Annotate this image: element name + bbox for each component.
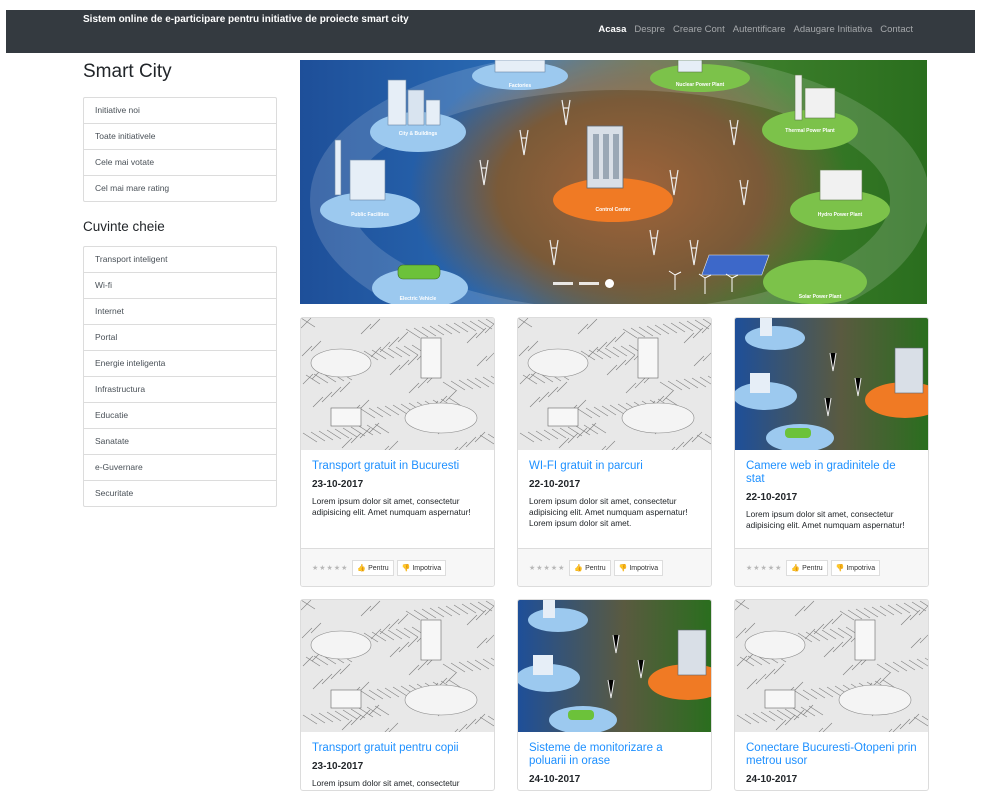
- label-public-facilities: Public Facilities: [351, 212, 389, 218]
- label-factories: Factories: [509, 83, 531, 89]
- navbar-brand[interactable]: Sistem online de e-participare pentru in…: [83, 14, 409, 25]
- card-footer: ★★★★★ 👍 Pentru 👎 Impotriva: [735, 548, 928, 586]
- thumbs-up-icon: 👍: [357, 564, 367, 572]
- card-image[interactable]: [301, 318, 494, 450]
- card-date: 22-10-2017: [746, 492, 798, 503]
- card-image[interactable]: [735, 318, 928, 450]
- keyword-item-internet[interactable]: Internet: [84, 299, 276, 325]
- rating-stars[interactable]: ★★★★★: [312, 564, 348, 572]
- vote-con-label: Impotriva: [412, 564, 442, 572]
- nav-link-autentificare[interactable]: Autentificare: [733, 24, 786, 35]
- vote-con-button[interactable]: 👎 Impotriva: [830, 559, 881, 576]
- keyword-item-sanatate[interactable]: Sanatate: [84, 429, 276, 455]
- card-text: Lorem ipsum dolor sit amet, consectetur …: [529, 496, 688, 528]
- card-title[interactable]: Sisteme de monitorizare a poluarii in or…: [529, 742, 700, 768]
- keyword-list: Transport inteligent Wi-fi Internet Port…: [83, 246, 277, 507]
- thumbs-down-icon: 👎: [618, 564, 628, 572]
- card-date: 24-10-2017: [746, 774, 798, 785]
- smart-city-illustration: City & Buildings Factories Nuclear Power…: [310, 60, 927, 304]
- navbar: Sistem online de e-participare pentru in…: [6, 10, 975, 53]
- card-image[interactable]: [735, 600, 928, 732]
- label-control-center: Control Center: [596, 207, 631, 213]
- sidebar-title: Smart City: [83, 61, 172, 82]
- keyword-item-e-guvernare[interactable]: e-Guvernare: [84, 455, 276, 481]
- initiative-card: Camere web in gradinitele de stat 22-10-…: [734, 317, 929, 587]
- initiative-card: WI-FI gratuit in parcuri 22-10-2017 Lore…: [517, 317, 712, 587]
- keyword-item-energie[interactable]: Energie inteligenta: [84, 351, 276, 377]
- keyword-item-portal[interactable]: Portal: [84, 325, 276, 351]
- card-date: 24-10-2017: [529, 774, 581, 785]
- card-image[interactable]: [301, 600, 494, 732]
- card-date: 23-10-2017: [312, 479, 364, 490]
- card-date: 22-10-2017: [529, 479, 581, 490]
- card-text: Lorem ipsum dolor sit amet, consectetur …: [312, 496, 471, 517]
- label-hydro: Hydro Power Plant: [818, 212, 863, 218]
- carousel-indicators: [553, 279, 614, 288]
- vote-pro-button[interactable]: 👍 Pentru: [352, 559, 394, 576]
- thumbs-down-icon: 👎: [401, 564, 411, 572]
- filter-item-cele-mai-votate[interactable]: Cele mai votate: [84, 150, 276, 176]
- nav-link-acasa[interactable]: Acasa: [598, 24, 626, 35]
- initiative-card: Conectare Bucuresti-Otopeni prin metrou …: [734, 599, 929, 791]
- filter-item-cel-mai-mare-rating[interactable]: Cel mai mare rating: [84, 176, 276, 201]
- carousel-indicator-3[interactable]: [605, 279, 614, 288]
- vote-pro-label: Pentru: [585, 564, 606, 572]
- card-title[interactable]: WI-FI gratuit in parcuri: [529, 460, 700, 473]
- nav-link-adaugare-initiativa[interactable]: Adaugare Initiativa: [794, 24, 873, 35]
- rating-stars[interactable]: ★★★★★: [529, 564, 565, 572]
- card-footer: ★★★★★ 👍 Pentru 👎 Impotriva: [518, 548, 711, 586]
- hero-carousel[interactable]: City & Buildings Factories Nuclear Power…: [300, 60, 927, 304]
- card-title[interactable]: Camere web in gradinitele de stat: [746, 460, 917, 486]
- card-image[interactable]: [518, 600, 711, 732]
- card-title[interactable]: Conectare Bucuresti-Otopeni prin metrou …: [746, 742, 917, 768]
- filter-item-initiative-noi[interactable]: Initiative noi: [84, 98, 276, 124]
- vote-con-label: Impotriva: [629, 564, 659, 572]
- card-image[interactable]: [518, 318, 711, 450]
- rating-stars[interactable]: ★★★★★: [746, 564, 782, 572]
- nav-link-contact[interactable]: Contact: [880, 24, 913, 35]
- initiative-card: Sisteme de monitorizare a poluarii in or…: [517, 599, 712, 791]
- card-title[interactable]: Transport gratuit in Bucuresti: [312, 460, 483, 473]
- initiative-card: Transport gratuit pentru copii 23-10-201…: [300, 599, 495, 791]
- nav-link-despre[interactable]: Despre: [634, 24, 665, 35]
- keyword-item-wifi[interactable]: Wi-fi: [84, 273, 276, 299]
- label-nuclear: Nuclear Power Plant: [676, 82, 725, 88]
- vote-pro-button[interactable]: 👍 Pentru: [569, 559, 611, 576]
- thumbs-down-icon: 👎: [835, 564, 845, 572]
- card-date: 23-10-2017: [312, 761, 364, 772]
- vote-con-label: Impotriva: [846, 564, 876, 572]
- card-text: Lorem ipsum dolor sit amet, consectetur …: [746, 509, 905, 530]
- nav-link-creare-cont[interactable]: Creare Cont: [673, 24, 725, 35]
- keyword-item-securitate[interactable]: Securitate: [84, 481, 276, 506]
- nav-links: Acasa Despre Creare Cont Autentificare A…: [598, 24, 913, 35]
- vote-pro-button[interactable]: 👍 Pentru: [786, 559, 828, 576]
- keyword-item-educatie[interactable]: Educatie: [84, 403, 276, 429]
- vote-pro-label: Pentru: [368, 564, 389, 572]
- initiative-card: Transport gratuit in Bucuresti 23-10-201…: [300, 317, 495, 587]
- vote-con-button[interactable]: 👎 Impotriva: [613, 559, 664, 576]
- keywords-title: Cuvinte cheie: [83, 219, 165, 234]
- sidebar: Smart City Initiative noi Toate initiati…: [83, 60, 277, 507]
- label-electric-vehicle: Electric Vehicle: [400, 296, 437, 302]
- keyword-item-transport[interactable]: Transport inteligent: [84, 247, 276, 273]
- thumbs-up-icon: 👍: [791, 564, 801, 572]
- vote-con-button[interactable]: 👎 Impotriva: [396, 559, 447, 576]
- thumbs-up-icon: 👍: [574, 564, 584, 572]
- label-city-buildings: City & Buildings: [399, 131, 438, 137]
- card-footer: ★★★★★ 👍 Pentru 👎 Impotriva: [301, 548, 494, 586]
- keyword-item-infrastructura[interactable]: Infrastructura: [84, 377, 276, 403]
- label-solar: Solar Power Plant: [799, 294, 842, 300]
- vote-pro-label: Pentru: [802, 564, 823, 572]
- label-thermal: Thermal Power Plant: [785, 128, 835, 134]
- carousel-indicator-2[interactable]: [579, 282, 599, 285]
- card-text: Lorem ipsum dolor sit amet, consectetur: [312, 778, 460, 788]
- carousel-indicator-1[interactable]: [553, 282, 573, 285]
- filter-list: Initiative noi Toate initiativele Cele m…: [83, 97, 277, 202]
- filter-item-toate-initiativele[interactable]: Toate initiativele: [84, 124, 276, 150]
- card-title[interactable]: Transport gratuit pentru copii: [312, 742, 483, 755]
